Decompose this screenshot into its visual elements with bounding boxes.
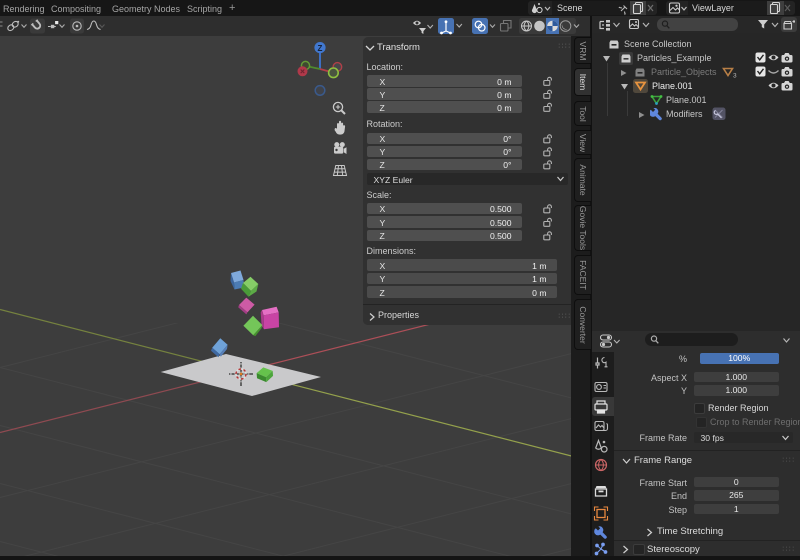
svg-text:3: 3 [733,72,737,79]
svg-text:Z: Z [318,44,323,53]
svg-text:ViewLayer: ViewLayer [692,3,734,13]
svg-text:Scene: Scene [557,3,583,13]
